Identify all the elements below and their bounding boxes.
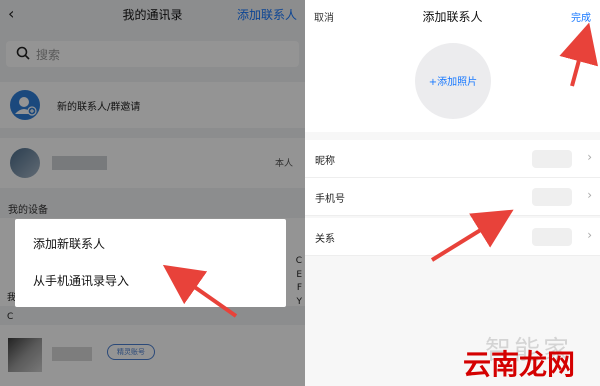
arrow-to-done	[559, 22, 599, 87]
arrow-to-import	[162, 264, 238, 318]
arrow-to-phone-field	[430, 209, 514, 262]
watermark-red: 云南龙网	[463, 348, 576, 381]
annotation-arrows	[162, 22, 599, 318]
